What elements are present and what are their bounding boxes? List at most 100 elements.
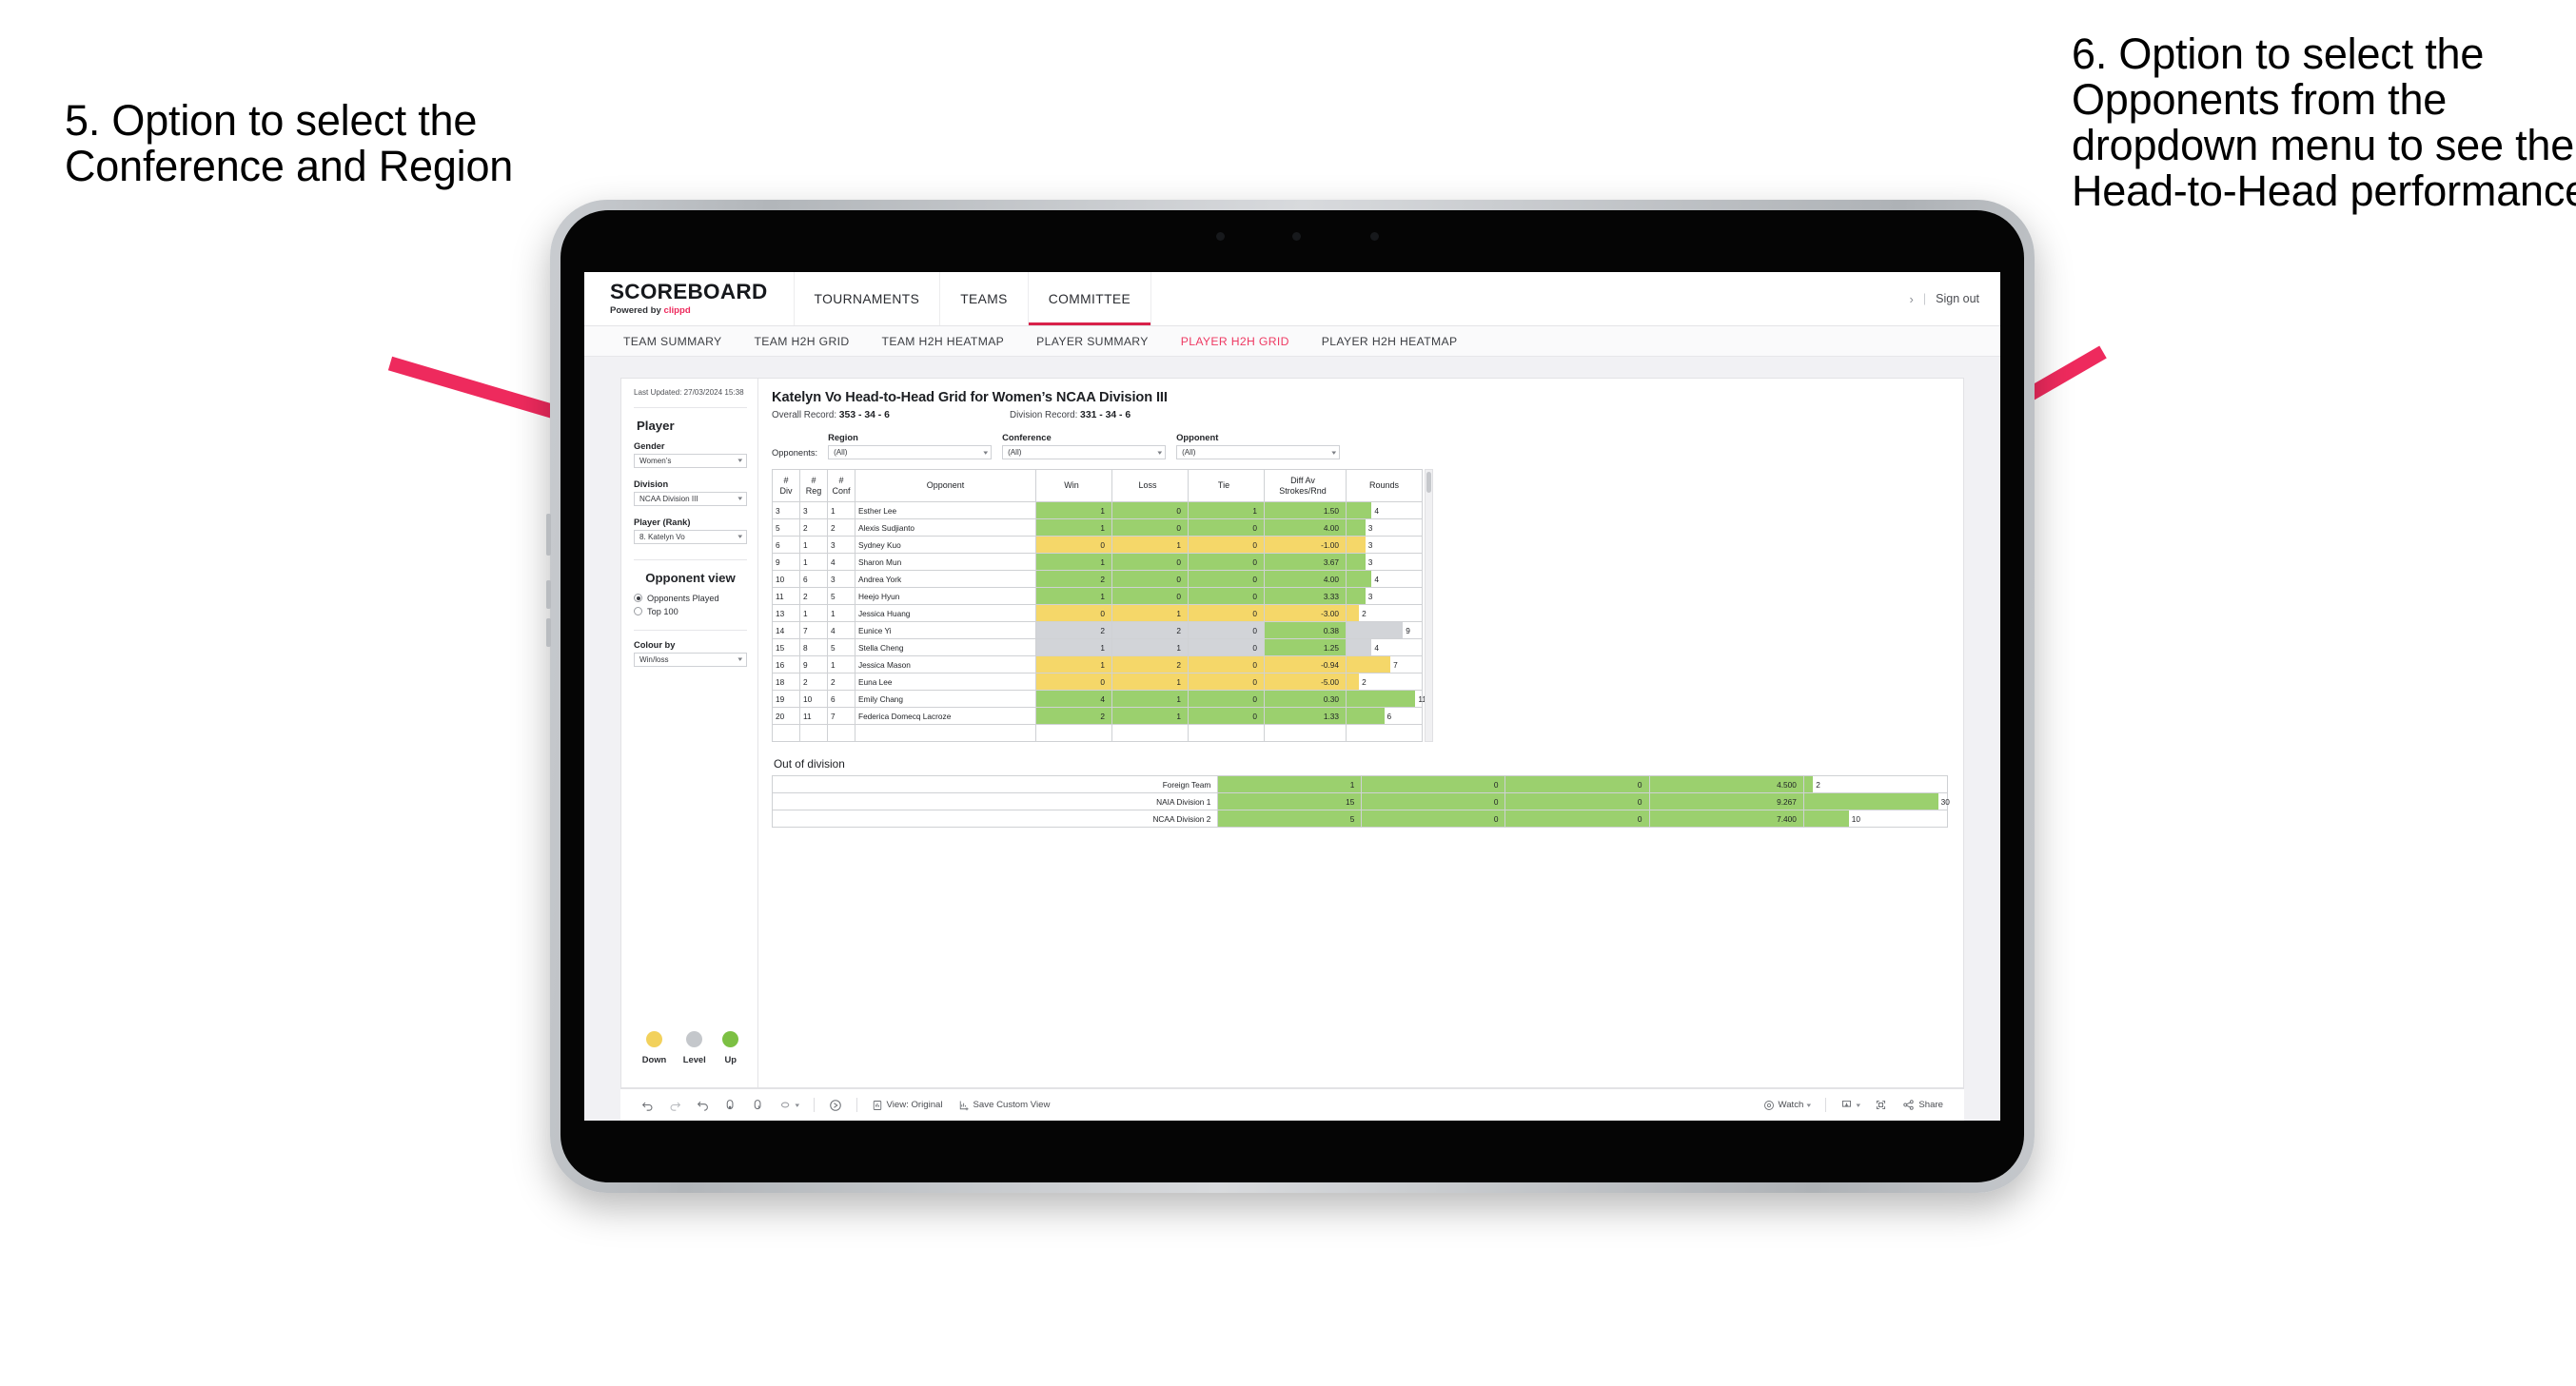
radio-opponents-played[interactable]: Opponents Played: [634, 594, 747, 603]
filter-conference-label: Conference: [1002, 432, 1052, 442]
legend-caption-down: Down: [641, 1054, 667, 1064]
rounds-bar: [1347, 622, 1404, 638]
cell-loss: 0: [1111, 501, 1189, 519]
pause-updates-button[interactable]: [744, 1099, 772, 1111]
fullscreen-button[interactable]: [1867, 1099, 1895, 1111]
opponent-select[interactable]: (All) ▾: [1176, 445, 1341, 459]
cell-diff-avg-strokes: 9.267: [1648, 792, 1804, 810]
save-custom-view-button[interactable]: Save Custom View: [951, 1100, 1058, 1111]
cell-rounds-bar: 6: [1346, 707, 1423, 725]
col-header-reg[interactable]: # Reg: [799, 469, 828, 502]
player-rank-select[interactable]: 8. Katelyn Vo ▾: [634, 529, 747, 544]
panel-divider-1: [634, 558, 747, 560]
table-scrollbar[interactable]: [1425, 469, 1433, 742]
cell-diff-avg-strokes: 3.33: [1264, 587, 1347, 605]
presentation-mode-button[interactable]: ▾: [772, 1099, 807, 1111]
table-row[interactable]: 9 1 4 Sharon Mun 1 0 0 3.67 3: [772, 553, 1423, 571]
out-of-division-row[interactable]: NCAA Division 2 5 0 0 7.400 10: [771, 810, 1949, 828]
table-row[interactable]: 11 2 5 Heejo Hyun 1 0 0 3.33 3: [772, 587, 1423, 605]
tab-player-summary[interactable]: PLAYER SUMMARY: [1020, 335, 1165, 348]
blank-cell: [855, 724, 1036, 742]
division-select[interactable]: NCAA Division III ▾: [634, 491, 747, 506]
header-right: › | Sign out: [1910, 272, 2000, 325]
table-row[interactable]: 3 3 1 Esther Lee 1 0 1 1.50 4: [772, 501, 1423, 519]
tab-team-summary[interactable]: TEAM SUMMARY: [607, 335, 738, 348]
blank-cell: [1346, 724, 1423, 742]
cell-div-rank: 9: [772, 553, 800, 571]
cell-win: 1: [1035, 638, 1112, 656]
table-row[interactable]: 6 1 3 Sydney Kuo 0 1 0 -1.00 3: [772, 536, 1423, 554]
cell-win: 1: [1035, 518, 1112, 537]
brand-logo[interactable]: SCOREBOARD Powered by clippd: [584, 272, 795, 325]
toolbar-divider-1: [813, 1098, 815, 1112]
table-row[interactable]: 13 1 1 Jessica Huang 0 1 0 -3.00 2: [772, 604, 1423, 622]
out-of-division-row[interactable]: NAIA Division 1 15 0 0 9.267 30: [771, 792, 1950, 810]
blank-cell: [1035, 724, 1112, 742]
table-row[interactable]: 18 2 2 Euna Lee 0 1 0 -5.00 2: [772, 673, 1423, 691]
table-row[interactable]: 15 8 5 Stella Cheng 1 1 0 1.25 4: [772, 638, 1423, 656]
viz-content: Katelyn Vo Head-to-Head Grid for Women’s…: [758, 379, 1963, 1087]
refresh-data-button[interactable]: [717, 1099, 744, 1111]
tablet-camera: [1216, 232, 1225, 241]
save-custom-view-label: Save Custom View: [973, 1100, 1051, 1110]
download-button[interactable]: ▾: [1833, 1099, 1868, 1111]
cell-tie: 0: [1504, 792, 1650, 810]
table-row[interactable]: 16 9 1 Jessica Mason 1 2 0 -0.94 7: [772, 655, 1423, 673]
col-header-conf[interactable]: # Conf: [827, 469, 855, 502]
filter-opponent: Opponent (All) ▾: [1176, 432, 1341, 459]
cell-win: 1: [1035, 655, 1112, 673]
col-header-win[interactable]: Win: [1035, 469, 1112, 502]
table-row[interactable]: 14 7 4 Eunice Yi 2 2 0 0.38 9: [772, 621, 1423, 639]
tablet-sensor: [1292, 232, 1301, 241]
cell-rounds-bar: 4: [1346, 501, 1423, 519]
table-scrollbar-thumb[interactable]: [1426, 472, 1431, 493]
out-of-division-row[interactable]: Foreign Team 1 0 0 4.500 2: [771, 775, 1949, 793]
region-select[interactable]: (All) ▾: [828, 445, 993, 459]
cell-conf-rank: 1: [827, 604, 855, 622]
rounds-value: 7: [1393, 659, 1398, 670]
tab-team-h2h-grid[interactable]: TEAM H2H GRID: [738, 335, 866, 348]
cell-conf-rank: 2: [827, 673, 855, 691]
watch-button[interactable]: Watch ▾: [1756, 1100, 1819, 1111]
redo-button[interactable]: [661, 1099, 689, 1111]
division-record-label: Division Record:: [1010, 410, 1081, 420]
table-row[interactable]: 10 6 3 Andrea York 2 0 0 4.00 4: [772, 570, 1423, 588]
col-header-diff-av-strokes-rnd[interactable]: Diff Av Strokes/Rnd: [1264, 469, 1347, 502]
cell-div-rank: 14: [772, 621, 800, 639]
table-row[interactable]: 19 10 6 Emily Chang 4 1 0 0.30 11: [772, 690, 1426, 708]
chevron-right-icon[interactable]: ›: [1910, 292, 1914, 306]
col-header-rounds[interactable]: Rounds: [1346, 469, 1423, 502]
sign-out-link[interactable]: Sign out: [1936, 292, 1979, 305]
blank-cell: [772, 724, 800, 742]
nav-item-teams[interactable]: TEAMS: [940, 272, 1029, 325]
colour-by-select[interactable]: Win/loss ▾: [634, 652, 747, 667]
gender-select[interactable]: Women’s ▾: [634, 453, 747, 468]
cell-reg-rank: 2: [799, 587, 828, 605]
view-original-button[interactable]: View: Original: [864, 1100, 951, 1111]
tab-player-h2h-grid[interactable]: PLAYER H2H GRID: [1165, 335, 1306, 348]
nav-item-tournaments[interactable]: TOURNAMENTS: [795, 272, 941, 325]
undo-button[interactable]: [634, 1099, 661, 1111]
radio-icon-unselected: [634, 607, 642, 616]
nav-item-committee[interactable]: COMMITTEE: [1028, 272, 1152, 325]
table-row[interactable]: 20 11 7 Federica Domecq Lacroze 2 1 0 1.33 6: [772, 707, 1423, 725]
field-division-label: Division: [634, 478, 669, 489]
conference-select[interactable]: (All) ▾: [1002, 445, 1167, 459]
tab-player-h2h-heatmap[interactable]: PLAYER H2H HEATMAP: [1306, 335, 1474, 348]
tab-team-h2h-heatmap[interactable]: TEAM H2H HEATMAP: [866, 335, 1021, 348]
cell-tie: 0: [1188, 707, 1265, 725]
col-header-div[interactable]: # Div: [772, 469, 800, 502]
share-button[interactable]: Share: [1895, 1099, 1951, 1111]
col-header-loss[interactable]: Loss: [1111, 469, 1189, 502]
col-header-tie[interactable]: Tie: [1188, 469, 1265, 502]
cell-win: 4: [1035, 690, 1112, 708]
blank-cell: [1264, 724, 1347, 742]
revert-button[interactable]: [689, 1099, 717, 1111]
table-row[interactable]: 5 2 2 Alexis Sudjianto 1 0 0 4.00 3: [772, 518, 1423, 537]
cell-div-rank: 10: [772, 570, 800, 588]
radio-top-100[interactable]: Top 100: [634, 607, 747, 616]
pause-auto-update-button[interactable]: [821, 1099, 850, 1112]
chevron-down-icon: ▾: [737, 458, 743, 465]
col-header-opponent[interactable]: Opponent: [855, 469, 1036, 502]
cell-win: 5: [1217, 810, 1363, 828]
